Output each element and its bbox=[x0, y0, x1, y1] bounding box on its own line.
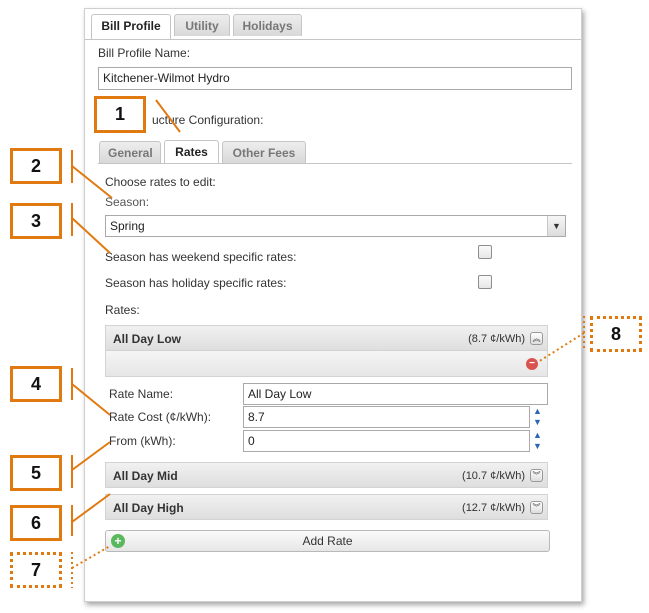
rate-header-all-day-high[interactable]: All Day High (12.7 ¢/kWh) ︾ bbox=[105, 494, 548, 520]
add-icon: + bbox=[111, 534, 125, 548]
weekend-rates-checkbox[interactable] bbox=[478, 245, 492, 259]
add-rate-button[interactable]: + Add Rate bbox=[105, 530, 550, 552]
rate-value: (10.7 ¢/kWh) bbox=[462, 470, 525, 482]
callout-6: 6 bbox=[10, 505, 62, 541]
rate-cost-label: Rate Cost (¢/kWh): bbox=[109, 410, 212, 424]
rate-structure-label: ucture Configuration: bbox=[152, 113, 264, 127]
callout-1: 1 bbox=[94, 96, 146, 133]
rate-name: All Day Low bbox=[113, 332, 182, 346]
collapse-icon[interactable]: ︽ bbox=[530, 332, 543, 345]
tab-divider bbox=[85, 39, 581, 40]
weekend-rates-label: Season has weekend specific rates: bbox=[105, 250, 297, 264]
rate-value: (8.7 ¢/kWh) bbox=[468, 333, 525, 345]
holiday-rates-label: Season has holiday specific rates: bbox=[105, 276, 287, 290]
spin-down-icon[interactable]: ▼ bbox=[530, 417, 545, 428]
callout-8: 8 bbox=[590, 316, 642, 352]
bill-profile-name-input[interactable]: Kitchener-Wilmot Hydro bbox=[98, 67, 572, 90]
rates-label: Rates: bbox=[105, 303, 140, 317]
remove-icon[interactable]: − bbox=[526, 358, 538, 370]
rate-value: (12.7 ¢/kWh) bbox=[462, 502, 525, 514]
rate-cost-input[interactable]: 8.7 bbox=[243, 406, 530, 428]
tab-general[interactable]: General bbox=[99, 141, 161, 163]
callout-4: 4 bbox=[10, 366, 62, 402]
spin-up-icon[interactable]: ▲ bbox=[530, 430, 545, 441]
from-kwh-label: From (kWh): bbox=[109, 434, 176, 448]
expand-icon[interactable]: ︾ bbox=[530, 469, 543, 482]
callout-3: 3 bbox=[10, 203, 62, 239]
tab-other-fees[interactable]: Other Fees bbox=[222, 141, 306, 163]
spin-down-icon[interactable]: ▼ bbox=[530, 441, 545, 452]
season-select[interactable]: Spring ▼ bbox=[105, 215, 566, 237]
add-rate-label: Add Rate bbox=[302, 534, 353, 548]
callout-5: 5 bbox=[10, 455, 62, 491]
subtab-divider bbox=[98, 163, 572, 164]
tab-utility[interactable]: Utility bbox=[174, 14, 230, 36]
rate-name: All Day High bbox=[113, 501, 184, 515]
rate-header-all-day-mid[interactable]: All Day Mid (10.7 ¢/kWh) ︾ bbox=[105, 462, 548, 488]
tab-bill-profile[interactable]: Bill Profile bbox=[91, 14, 171, 39]
callout-7: 7 bbox=[10, 552, 62, 588]
rate-header-all-day-low[interactable]: All Day Low (8.7 ¢/kWh) ︽ bbox=[105, 325, 548, 351]
expand-icon[interactable]: ︾ bbox=[530, 501, 543, 514]
callout-2: 2 bbox=[10, 148, 62, 184]
holiday-rates-checkbox[interactable] bbox=[478, 275, 492, 289]
choose-rates-label: Choose rates to edit: bbox=[105, 175, 216, 189]
chevron-down-icon[interactable]: ▼ bbox=[547, 216, 565, 236]
rate-toolbar: − bbox=[105, 351, 548, 377]
tab-holidays[interactable]: Holidays bbox=[233, 14, 302, 36]
spin-up-icon[interactable]: ▲ bbox=[530, 406, 545, 417]
season-value: Spring bbox=[110, 219, 145, 233]
season-label: Season: bbox=[105, 195, 150, 209]
bill-profile-panel: Bill Profile Utility Holidays Bill Profi… bbox=[84, 8, 582, 602]
rate-name-label: Rate Name: bbox=[109, 387, 174, 401]
rate-name: All Day Mid bbox=[113, 469, 178, 483]
from-kwh-input[interactable]: 0 bbox=[243, 430, 530, 452]
bill-profile-name-label: Bill Profile Name: bbox=[98, 46, 191, 60]
tab-rates[interactable]: Rates bbox=[164, 140, 219, 164]
rate-name-input[interactable]: All Day Low bbox=[243, 383, 548, 405]
